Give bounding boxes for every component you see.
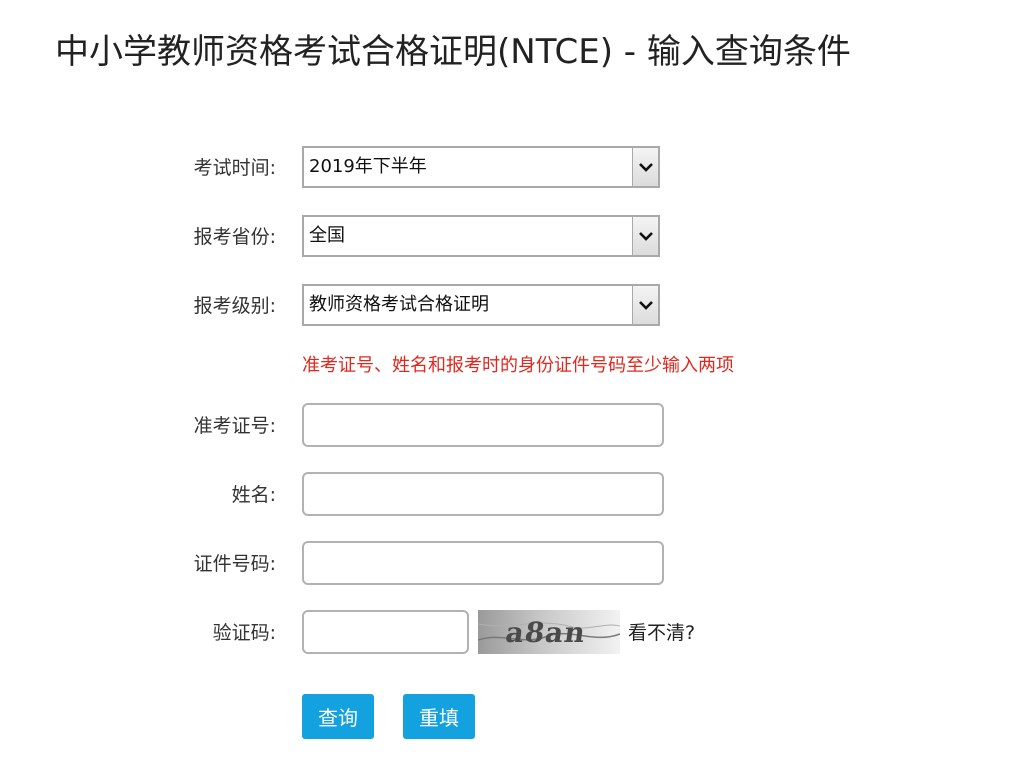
admission-number-input[interactable] [302,403,664,447]
chevron-down-icon[interactable] [632,217,658,255]
province-label: 报考省份: [193,226,276,248]
exam-time-select[interactable]: 2019年下半年 [302,146,660,188]
chevron-down-icon[interactable] [632,286,658,324]
exam-time-label: 考试时间: [193,157,276,179]
captcha-refresh-link[interactable]: 看不清? [628,621,695,645]
captcha-label: 验证码: [212,622,276,644]
level-label: 报考级别: [193,295,276,317]
reset-button[interactable]: 重填 [403,694,475,739]
id-number-label: 证件号码: [193,553,276,575]
captcha-input[interactable] [302,610,469,654]
captcha-image[interactable]: a8an [478,610,620,654]
province-selected-value: 全国 [309,225,345,246]
admission-number-label: 准考证号: [193,415,276,437]
page-title: 中小学教师资格考试合格证明(NTCE) - 输入查询条件 [55,32,851,72]
input-requirement-notice: 准考证号、姓名和报考时的身份证件号码至少输入两项 [302,355,734,376]
name-label: 姓名: [231,484,276,506]
exam-time-selected-value: 2019年下半年 [309,156,427,177]
id-number-input[interactable] [302,541,664,585]
name-input[interactable] [302,472,664,516]
captcha-image-text: a8an [503,616,588,649]
chevron-down-icon[interactable] [632,148,658,186]
level-selected-value: 教师资格考试合格证明 [309,294,489,315]
query-button[interactable]: 查询 [302,694,374,739]
level-select[interactable]: 教师资格考试合格证明 [302,284,660,326]
province-select[interactable]: 全国 [302,215,660,257]
